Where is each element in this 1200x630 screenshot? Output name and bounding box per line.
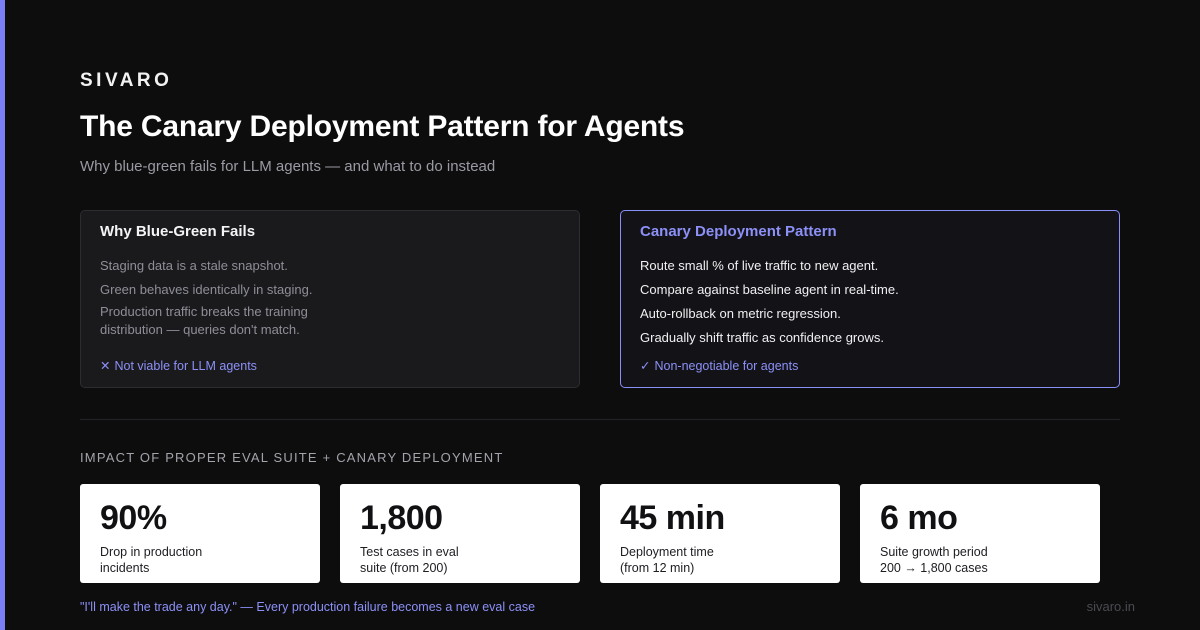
stat-value: 45 min [620, 499, 725, 537]
page-title: The Canary Deployment Pattern for Agents [80, 110, 685, 143]
canary-card: Canary Deployment Pattern Route small % … [620, 210, 1120, 388]
brand-logo: SIVARO [80, 70, 173, 91]
impact-heading: IMPACT OF PROPER EVAL SUITE + CANARY DEP… [80, 450, 504, 465]
stat-label-line: Suite growth period [880, 545, 988, 559]
section-divider [80, 419, 1120, 420]
quote-attribution: — Every production failure becomes a new… [236, 600, 536, 614]
stat-value: 90% [100, 499, 167, 537]
canary-card-title: Canary Deployment Pattern [640, 223, 837, 240]
blue-green-verdict: ✕ Not viable for LLM agents [100, 358, 257, 373]
accent-bar [0, 0, 5, 630]
blue-green-card-title: Why Blue-Green Fails [100, 223, 256, 240]
check-icon: ✓ [640, 359, 651, 373]
stat-label-line: incidents [100, 561, 150, 575]
stat-label-line: 200 → 1,800 cases [880, 561, 988, 575]
blue-green-list: Staging data is a stale snapshot. Green … [100, 257, 312, 345]
stat-card-growth-period: 6 mo Suite growth period 200 → 1,800 cas… [860, 484, 1100, 583]
stat-label-line: suite (from 200) [360, 561, 448, 575]
x-icon: ✕ [100, 359, 111, 373]
list-item: Green behaves identically in staging. [100, 282, 313, 297]
stat-label-line: (from 12 min) [620, 561, 695, 575]
stat-label-line: Deployment time [620, 545, 714, 559]
stat-card-incidents: 90% Drop in production incidents [80, 484, 320, 583]
stat-label: Drop in production incidents [100, 544, 300, 576]
quote-text: "I'll make the trade any day." [80, 600, 237, 614]
stat-label: Deployment time (from 12 min) [620, 544, 820, 576]
stat-label: Suite growth period 200 → 1,800 cases [880, 544, 1080, 576]
list-item: distribution — queries don't match. [100, 322, 300, 337]
stat-value: 1,800 [360, 499, 443, 537]
list-item: Route small % of live traffic to new age… [640, 258, 879, 273]
stat-label: Test cases in eval suite (from 200) [360, 544, 560, 576]
stat-label-line: Drop in production [100, 545, 203, 559]
list-item: Auto-rollback on metric regression. [640, 306, 841, 321]
stat-label-line: Test cases in eval [360, 545, 459, 559]
blue-green-card: Why Blue-Green Fails Staging data is a s… [80, 210, 580, 388]
canary-verdict-text: Non-negotiable for agents [654, 359, 799, 373]
stat-card-deployment-time: 45 min Deployment time (from 12 min) [600, 484, 840, 583]
list-item: Compare against baseline agent in real-t… [640, 282, 899, 297]
footer-url: sivaro.in [1086, 599, 1135, 614]
blue-green-verdict-text: Not viable for LLM agents [114, 359, 257, 373]
list-item: Staging data is a stale snapshot. [100, 258, 288, 273]
stat-card-test-cases: 1,800 Test cases in eval suite (from 200… [340, 484, 580, 583]
canary-list: Route small % of live traffic to new age… [640, 257, 899, 353]
list-item: Production traffic breaks the training [100, 304, 308, 319]
list-item: Gradually shift traffic as confidence gr… [640, 330, 884, 345]
stat-value: 6 mo [880, 499, 958, 537]
canary-verdict: ✓ Non-negotiable for agents [640, 358, 798, 373]
footer-quote: "I'll make the trade any day." — Every p… [80, 600, 535, 614]
page-subtitle: Why blue-green fails for LLM agents — an… [80, 158, 496, 175]
